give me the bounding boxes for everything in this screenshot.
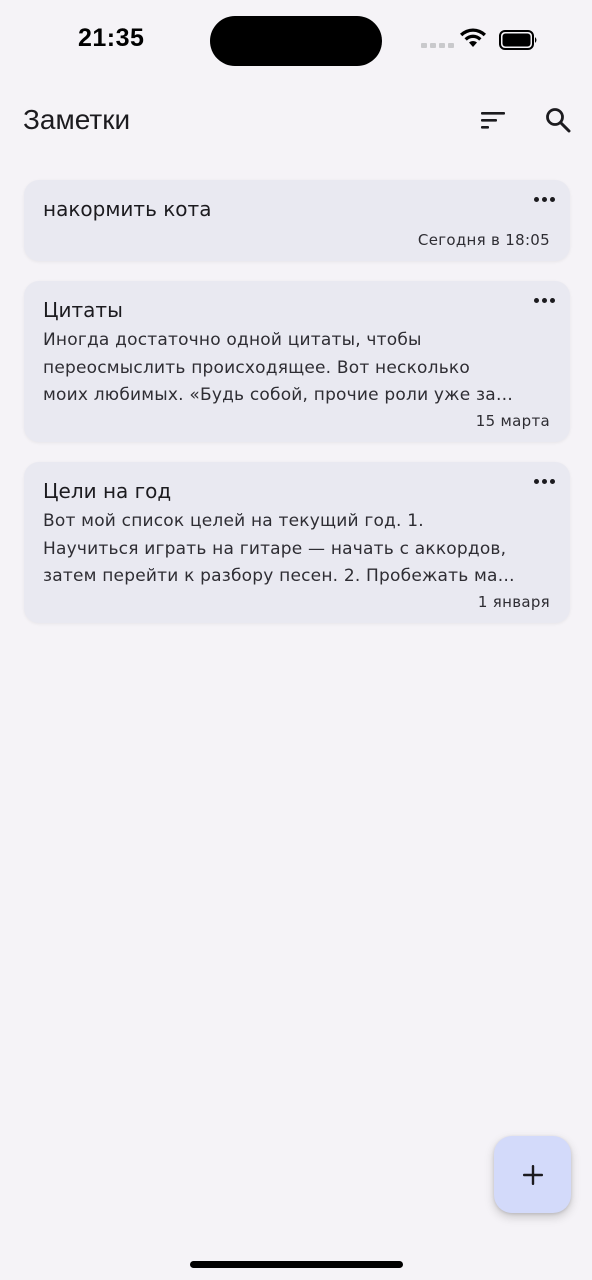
more-options-button[interactable] — [532, 474, 556, 488]
note-preview-line: затем перейти к разбору песен. 2. Пробеж… — [43, 566, 515, 586]
note-preview-line: моих любимых. «Будь собой, прочие роли у… — [43, 385, 514, 405]
note-date: Сегодня в 18:05 — [417, 231, 550, 249]
cellular-signal-icon — [421, 43, 454, 48]
sort-button[interactable] — [471, 98, 515, 142]
more-options-button[interactable] — [532, 293, 556, 307]
note-preview: Вот мой список целей на текущий год. 1. … — [43, 508, 550, 590]
add-note-button[interactable] — [494, 1136, 571, 1213]
note-date: 1 января — [477, 593, 550, 611]
wifi-icon — [460, 28, 486, 47]
notes-list: накормить кота Сегодня в 18:05 Цитаты Ин… — [24, 180, 570, 643]
note-card[interactable]: Цели на год Вот мой список целей на теку… — [24, 462, 570, 623]
more-dot-icon — [541, 196, 547, 202]
more-options-button[interactable] — [532, 192, 556, 206]
more-dot-icon — [541, 478, 547, 484]
battery-icon — [499, 30, 537, 50]
page-title: Заметки — [23, 104, 131, 135]
note-preview-line: Вот мой список целей на текущий год. 1. — [43, 511, 424, 531]
more-dot-icon — [549, 478, 555, 484]
status-time: 21:35 — [78, 24, 145, 52]
more-dot-icon — [533, 297, 539, 303]
app-bar: Заметки — [0, 90, 592, 154]
search-icon — [546, 108, 571, 133]
note-preview-line: Научиться играть на гитаре — начать с ак… — [43, 538, 507, 559]
note-preview-line: Иногда достаточно одной цитаты, чтобы — [43, 330, 422, 350]
more-dot-icon — [549, 297, 555, 303]
status-bar: 21:35 — [0, 0, 592, 84]
note-card[interactable]: Цитаты Иногда достаточно одной цитаты, ч… — [24, 281, 570, 442]
note-card[interactable]: накормить кота Сегодня в 18:05 — [24, 180, 570, 261]
note-title: Цели на год — [43, 479, 172, 503]
note-preview: Иногда достаточно одной цитаты, чтобы пе… — [43, 327, 550, 409]
note-title: Цитаты — [43, 298, 123, 322]
more-dot-icon — [533, 196, 539, 202]
plus-icon — [522, 1164, 543, 1185]
more-dot-icon — [549, 196, 555, 202]
sort-icon — [481, 112, 505, 129]
home-indicator[interactable] — [190, 1261, 403, 1268]
dynamic-island — [210, 16, 382, 66]
search-button[interactable] — [536, 98, 580, 142]
more-dot-icon — [541, 297, 547, 303]
note-preview-line: переосмыслить происходящее. Вот нескольк… — [43, 357, 470, 378]
note-date: 15 марта — [475, 412, 550, 430]
note-title: накормить кота — [43, 197, 212, 221]
more-dot-icon — [533, 478, 539, 484]
